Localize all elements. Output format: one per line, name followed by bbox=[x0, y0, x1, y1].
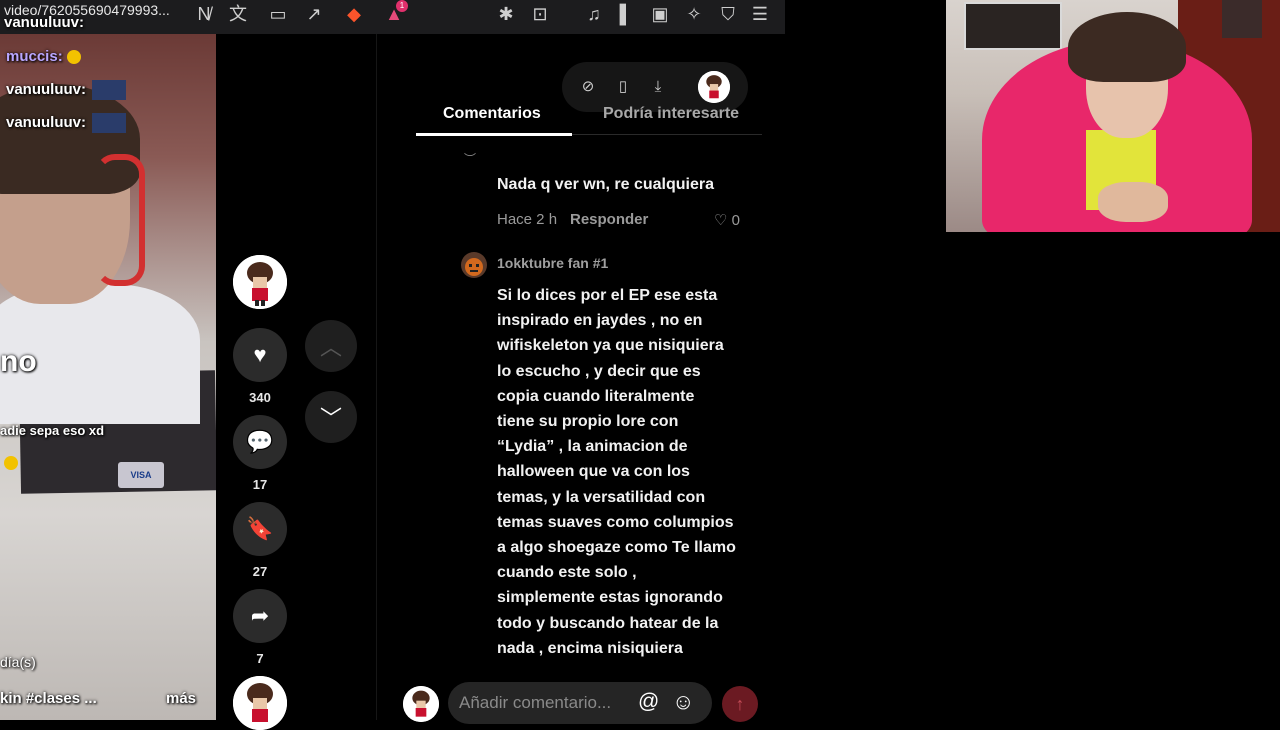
download-icon[interactable]: ⤓ bbox=[646, 75, 670, 99]
video-caption-fragment: día(s) bbox=[0, 654, 36, 670]
autoscroll-icon[interactable]: ⊘ bbox=[576, 75, 600, 99]
streamer-hands bbox=[1098, 182, 1168, 222]
brave-shield-icon[interactable]: ◆ bbox=[342, 2, 366, 26]
menu-icon[interactable]: ☰ bbox=[748, 2, 772, 26]
heart-icon: ♥ bbox=[253, 342, 267, 367]
overlay-caption: adie sepa eso xd bbox=[0, 423, 105, 438]
pumpkin-avatar-icon bbox=[465, 258, 483, 276]
streamer-hair bbox=[1068, 12, 1186, 82]
emote-icon bbox=[92, 113, 127, 133]
pixel-avatar-icon bbox=[233, 676, 287, 730]
pixel-avatar-icon bbox=[403, 686, 439, 722]
comment-text: Nada q ver wn, re cualquiera bbox=[497, 176, 714, 193]
heart-outline-icon: ♡ bbox=[714, 212, 728, 229]
pixel-avatar-icon bbox=[698, 71, 730, 103]
collapse-chevron-icon[interactable]: ︶ bbox=[464, 150, 476, 167]
comment-like-count: 0 bbox=[731, 212, 740, 229]
chat-message: muccis: bbox=[6, 48, 81, 65]
comment-line: tiene su propio lore con bbox=[497, 413, 679, 431]
comment-line: nada , encima nisiquiera bbox=[497, 639, 683, 657]
overlay-word: no bbox=[0, 345, 37, 378]
music-icon[interactable]: ♫ bbox=[582, 2, 606, 26]
visa-card: VISA bbox=[118, 462, 164, 488]
comment-line: “Lydia” , la animacion de bbox=[497, 438, 688, 456]
comment-line: lo escucho , y decir que es bbox=[497, 362, 701, 380]
sidebar-icon[interactable]: ▌ bbox=[614, 2, 638, 26]
comment-line: inspirado en jaydes , no en bbox=[497, 312, 703, 330]
wallet-icon[interactable]: ▣ bbox=[648, 2, 672, 26]
save-count: 27 bbox=[252, 564, 268, 579]
video-hashtags[interactable]: kin #clases ... bbox=[0, 690, 97, 707]
comment-time: Hace 2 h bbox=[497, 211, 558, 228]
comment-line: Si lo dices por el EP ese esta bbox=[497, 287, 718, 304]
comment-author[interactable]: 1okktubre fan #1 bbox=[497, 255, 608, 271]
screenshot-icon[interactable]: ⊡ bbox=[528, 2, 552, 26]
share-count: 7 bbox=[256, 651, 264, 666]
chat-message: vanuuluuv: bbox=[6, 113, 127, 133]
share-button[interactable]: ➦ bbox=[233, 589, 287, 643]
mention-icon[interactable]: @ bbox=[638, 690, 659, 714]
tab-suggestions[interactable]: Podría interesarte bbox=[603, 105, 739, 123]
comment-line: copia cuando literalmente bbox=[497, 387, 695, 405]
like-count: 340 bbox=[249, 390, 271, 405]
comment-bubble-icon: 💬 bbox=[246, 429, 274, 454]
comment-line: wifiskeleton ya que nisiquiera bbox=[497, 337, 724, 355]
share-icon[interactable]: ↗ bbox=[302, 2, 326, 26]
comment-line: cuando este solo , bbox=[497, 564, 637, 582]
translate-icon[interactable]: 文 bbox=[226, 2, 250, 26]
sound-avatar[interactable] bbox=[233, 676, 287, 730]
comment-body: Si lo dices por el EP ese esta inspirado… bbox=[497, 283, 757, 661]
profile-avatar[interactable] bbox=[698, 71, 730, 103]
comment-line: todo y buscando hatear de la bbox=[497, 614, 719, 632]
emote-icon bbox=[92, 80, 127, 100]
vpn-shield-icon[interactable]: ⛉ bbox=[716, 2, 740, 26]
comment-line: temas, y la versatilidad con bbox=[497, 488, 706, 506]
emote-icon bbox=[66, 50, 81, 65]
pixel-avatar-icon bbox=[233, 255, 287, 309]
reader-off-icon[interactable]: N̸ bbox=[192, 2, 216, 26]
headset-icon bbox=[95, 154, 145, 286]
extensions-icon[interactable]: ✱ bbox=[494, 2, 518, 26]
previous-video-button[interactable]: ︿ bbox=[305, 320, 357, 372]
emoji-icon[interactable]: ☺ bbox=[672, 689, 694, 715]
like-button[interactable]: ♥ bbox=[233, 328, 287, 382]
rewards-badge: 1 bbox=[396, 0, 408, 12]
more-link[interactable]: más bbox=[166, 690, 196, 707]
chevron-up-icon: ︿ bbox=[319, 335, 342, 360]
leo-ai-icon[interactable]: ✧ bbox=[682, 2, 706, 26]
cast-icon[interactable]: ▭ bbox=[266, 2, 290, 26]
reply-button[interactable]: Responder bbox=[570, 211, 648, 228]
commenter-avatar[interactable] bbox=[461, 252, 487, 278]
my-avatar bbox=[403, 686, 439, 722]
save-button[interactable]: 🔖 bbox=[233, 502, 287, 556]
comment-line: simplemente estas ignorando bbox=[497, 589, 723, 607]
tab-underline bbox=[416, 133, 572, 136]
browser-toolbar: video/762055690479993... N̸ 文 ▭ ↗ ◆ ▲ 1 … bbox=[0, 0, 785, 34]
share-arrow-icon: ➦ bbox=[250, 603, 270, 628]
comment-line: temas suaves como columpios bbox=[497, 513, 734, 531]
comment-placeholder: Añadir comentario... bbox=[459, 693, 612, 712]
comment-like-button[interactable]: ♡ 0 bbox=[714, 211, 740, 229]
wall-poster bbox=[1222, 0, 1262, 38]
send-button[interactable]: ↑ bbox=[722, 686, 758, 722]
comment-count: 17 bbox=[252, 477, 268, 492]
chat-message: vanuuluuv: bbox=[4, 14, 85, 31]
webcam-feed bbox=[946, 0, 1280, 232]
comment-line: halloween que va con los bbox=[497, 463, 690, 481]
creator-avatar[interactable] bbox=[233, 255, 287, 309]
chevron-down-icon: ﹀ bbox=[319, 406, 342, 431]
chat-message: vanuuluuv: bbox=[6, 80, 127, 100]
tab-comments[interactable]: Comentarios bbox=[443, 105, 541, 123]
wall-poster bbox=[964, 2, 1062, 50]
comment-input[interactable]: Añadir comentario... @ ☺ bbox=[448, 682, 712, 724]
next-video-button[interactable]: ﹀ bbox=[305, 391, 357, 443]
comment-line: a algo shoegaze como Te llamo bbox=[497, 539, 736, 557]
emoji-icon bbox=[4, 456, 18, 470]
phone-icon[interactable]: ▯ bbox=[611, 75, 635, 99]
bookmark-icon: 🔖 bbox=[246, 516, 274, 541]
arrow-up-icon: ↑ bbox=[735, 694, 745, 714]
comment-button[interactable]: 💬 bbox=[233, 415, 287, 469]
